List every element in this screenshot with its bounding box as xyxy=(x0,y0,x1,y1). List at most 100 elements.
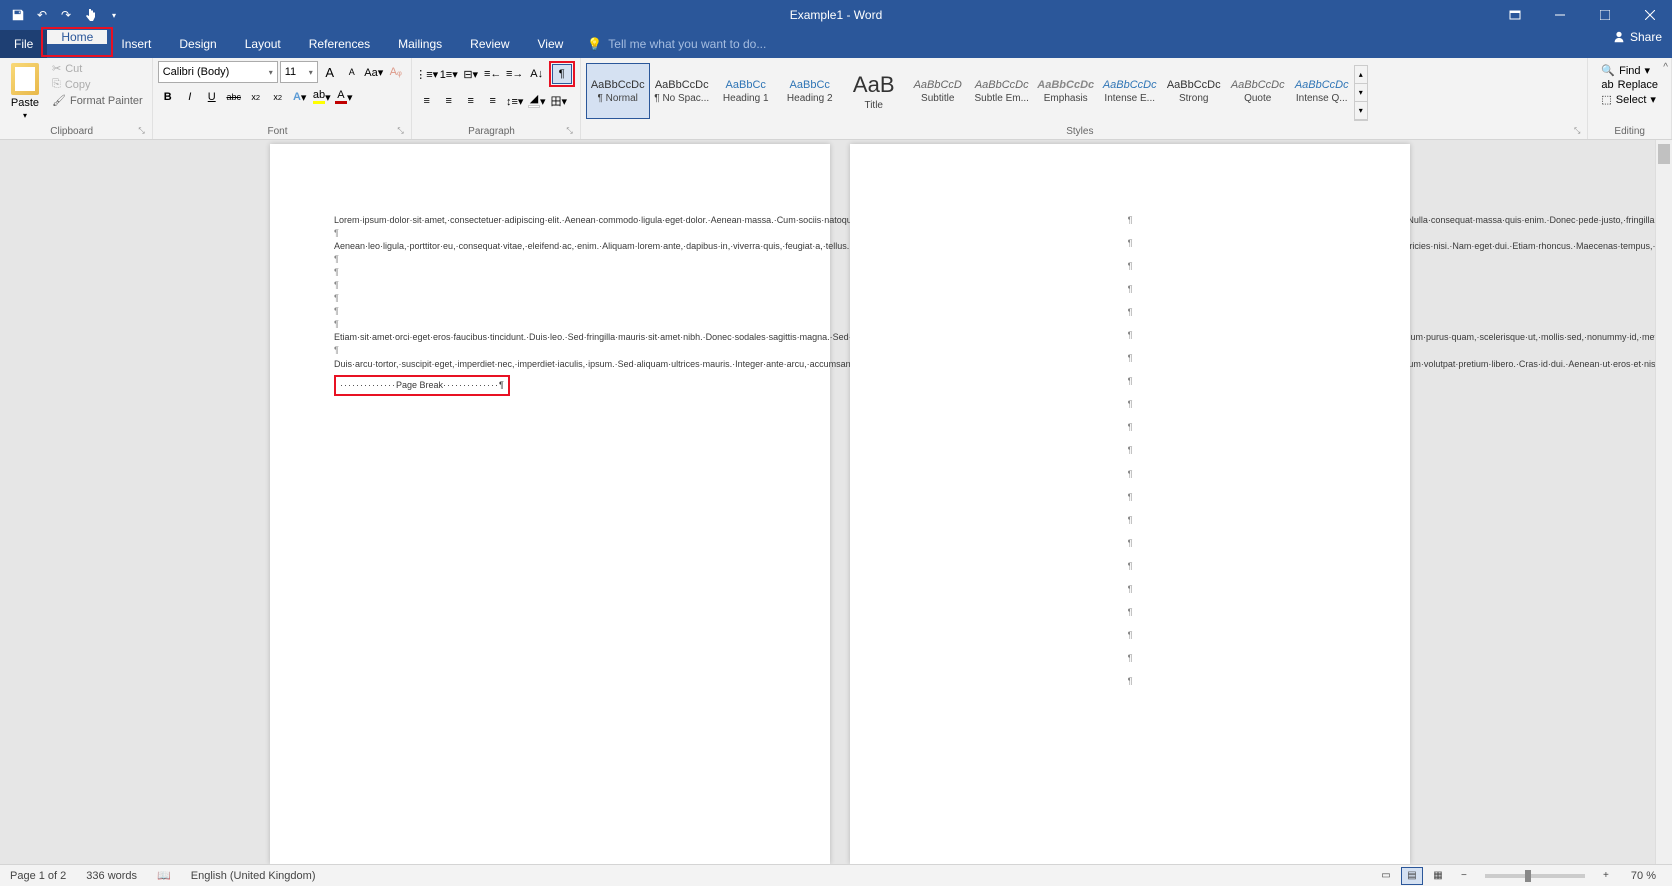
empty-para[interactable]: ¶ xyxy=(1128,444,1133,457)
style-heading-2[interactable]: AaBbCcHeading 2 xyxy=(778,63,842,119)
redo-icon[interactable]: ↷ xyxy=(56,5,76,25)
grow-font-button[interactable]: A xyxy=(320,62,340,82)
empty-para[interactable]: ¶ xyxy=(1128,421,1133,434)
strikethrough-button[interactable]: abc xyxy=(224,87,244,107)
tab-file[interactable]: File xyxy=(0,30,47,58)
style-quote[interactable]: AaBbCcDcQuote xyxy=(1226,63,1290,119)
decrease-indent-button[interactable]: ≡← xyxy=(483,64,503,84)
font-size-combo[interactable]: 11▾ xyxy=(280,61,318,83)
minimize-icon[interactable] xyxy=(1537,0,1582,30)
empty-para[interactable]: ¶ xyxy=(334,279,766,292)
style-subtle-em---[interactable]: AaBbCcDcSubtle Em... xyxy=(970,63,1034,119)
customize-qa-icon[interactable]: ▾ xyxy=(104,5,124,25)
shrink-font-button[interactable]: A xyxy=(342,62,362,82)
web-layout-button[interactable]: ▦ xyxy=(1427,867,1449,885)
empty-para[interactable]: ¶ xyxy=(1128,375,1133,388)
bold-button[interactable]: B xyxy=(158,87,178,107)
font-dialog-launcher[interactable]: ⤡ xyxy=(397,126,405,136)
empty-para[interactable]: ¶ xyxy=(334,292,766,305)
numbering-button[interactable]: 1≡▾ xyxy=(439,64,459,84)
tell-me-search[interactable]: 💡 Tell me what you want to do... xyxy=(587,30,766,58)
empty-para[interactable]: ¶ xyxy=(1128,260,1133,273)
empty-para[interactable]: ¶ xyxy=(1128,283,1133,296)
style-strong[interactable]: AaBbCcDcStrong xyxy=(1162,63,1226,119)
tab-home[interactable]: Home xyxy=(47,30,107,44)
multilevel-button[interactable]: ⊟▾ xyxy=(461,64,481,84)
empty-para[interactable]: ¶ xyxy=(1128,606,1133,619)
zoom-level[interactable]: 70 % xyxy=(1621,870,1666,882)
empty-para[interactable]: ¶ xyxy=(1128,675,1133,688)
empty-para[interactable]: ¶ xyxy=(1128,583,1133,596)
tab-layout[interactable]: Layout xyxy=(231,30,295,58)
empty-para[interactable]: ¶ xyxy=(1128,514,1133,527)
save-icon[interactable] xyxy=(8,5,28,25)
tab-mailings[interactable]: Mailings xyxy=(384,30,456,58)
show-hide-pilcrow-button[interactable]: ¶ xyxy=(552,64,572,84)
tab-references[interactable]: References xyxy=(295,30,384,58)
paragraph-3[interactable]: Etiam·sit·amet·orci·eget·eros·faucibus·t… xyxy=(334,331,766,344)
format-painter-button[interactable]: 🖌Format Painter xyxy=(48,93,147,108)
tab-review[interactable]: Review xyxy=(456,30,523,58)
empty-para[interactable]: ¶ xyxy=(334,305,766,318)
empty-para[interactable]: ¶ xyxy=(1128,214,1133,227)
subscript-button[interactable]: x2 xyxy=(246,87,266,107)
zoom-out-button[interactable]: − xyxy=(1453,867,1475,885)
paragraph-4[interactable]: Duis·arcu·tortor,·suscipit·eget,·imperdi… xyxy=(334,358,766,371)
style-emphasis[interactable]: AaBbCcDcEmphasis xyxy=(1034,63,1098,119)
style---normal[interactable]: AaBbCcDc¶ Normal xyxy=(586,63,650,119)
italic-button[interactable]: I xyxy=(180,87,200,107)
style-intense-e---[interactable]: AaBbCcDcIntense E... xyxy=(1098,63,1162,119)
find-button[interactable]: 🔍Find ▾ xyxy=(1599,63,1660,78)
align-center-button[interactable]: ≡ xyxy=(439,91,459,111)
zoom-in-button[interactable]: + xyxy=(1595,867,1617,885)
empty-para[interactable]: ¶ xyxy=(1128,398,1133,411)
empty-para[interactable]: ¶ xyxy=(1128,352,1133,365)
styles-dialog-launcher[interactable]: ⤡ xyxy=(1574,126,1582,136)
collapse-ribbon-button[interactable]: ^ xyxy=(1663,62,1668,73)
tab-view[interactable]: View xyxy=(524,30,578,58)
empty-para[interactable]: ¶ xyxy=(1128,468,1133,481)
tab-insert[interactable]: Insert xyxy=(107,30,165,58)
empty-para[interactable]: ¶ xyxy=(334,318,766,331)
style---no-spac---[interactable]: AaBbCcDc¶ No Spac... xyxy=(650,63,714,119)
undo-icon[interactable]: ↶ xyxy=(32,5,52,25)
styles-scroll[interactable]: ▴▾▾ xyxy=(1354,65,1368,121)
paragraph-1[interactable]: Lorem·ipsum·dolor·sit·amet,·consectetuer… xyxy=(334,214,766,227)
maximize-icon[interactable] xyxy=(1582,0,1627,30)
empty-para[interactable]: ¶ xyxy=(1128,237,1133,250)
touch-mode-icon[interactable] xyxy=(80,5,100,25)
style-title[interactable]: AaBTitle xyxy=(842,63,906,119)
paragraph-2[interactable]: Aenean·leo·ligula,·porttitor·eu,·consequ… xyxy=(334,240,766,253)
underline-button[interactable]: U xyxy=(202,87,222,107)
document-canvas[interactable]: Lorem·ipsum·dolor·sit·amet,·consectetuer… xyxy=(0,140,1672,864)
highlight-button[interactable]: ab▾ xyxy=(312,87,332,107)
font-color-button[interactable]: A▾ xyxy=(334,87,354,107)
style-intense-q---[interactable]: AaBbCcDcIntense Q... xyxy=(1290,63,1354,119)
empty-para[interactable]: ¶ xyxy=(1128,537,1133,550)
empty-para[interactable]: ¶ xyxy=(1128,491,1133,504)
status-proof-icon[interactable]: 📖 xyxy=(147,869,181,882)
style-subtitle[interactable]: AaBbCcDSubtitle xyxy=(906,63,970,119)
clear-format-button[interactable]: Aᵩ xyxy=(386,62,406,82)
text-effects-button[interactable]: A▾ xyxy=(290,87,310,107)
status-page[interactable]: Page 1 of 2 xyxy=(0,870,76,882)
empty-para[interactable]: ¶ xyxy=(1128,329,1133,342)
page-2[interactable]: ¶ ¶ ¶ ¶ ¶ ¶ ¶ ¶ ¶ ¶ ¶ ¶ ¶ ¶ ¶ ¶ ¶ ¶ ¶ ¶ … xyxy=(850,144,1410,864)
cut-button[interactable]: ✂Cut xyxy=(48,61,147,76)
justify-button[interactable]: ≡ xyxy=(483,91,503,111)
empty-para[interactable]: ¶ xyxy=(334,253,766,266)
select-button[interactable]: ⬚Select ▾ xyxy=(1599,92,1660,107)
empty-para[interactable]: ¶ xyxy=(1128,652,1133,665)
align-right-button[interactable]: ≡ xyxy=(461,91,481,111)
empty-para[interactable]: ¶ xyxy=(1128,560,1133,573)
sort-button[interactable]: A↓ xyxy=(527,64,547,84)
empty-para[interactable]: ¶ xyxy=(334,344,766,357)
zoom-slider[interactable] xyxy=(1485,874,1585,878)
share-button[interactable]: Share xyxy=(1612,30,1662,44)
status-language[interactable]: English (United Kingdom) xyxy=(181,870,326,882)
change-case-button[interactable]: Aa▾ xyxy=(364,62,384,82)
empty-para[interactable]: ¶ xyxy=(1128,629,1133,642)
style-heading-1[interactable]: AaBbCcHeading 1 xyxy=(714,63,778,119)
paragraph-dialog-launcher[interactable]: ⤡ xyxy=(566,126,574,136)
empty-para[interactable]: ¶ xyxy=(334,227,766,240)
